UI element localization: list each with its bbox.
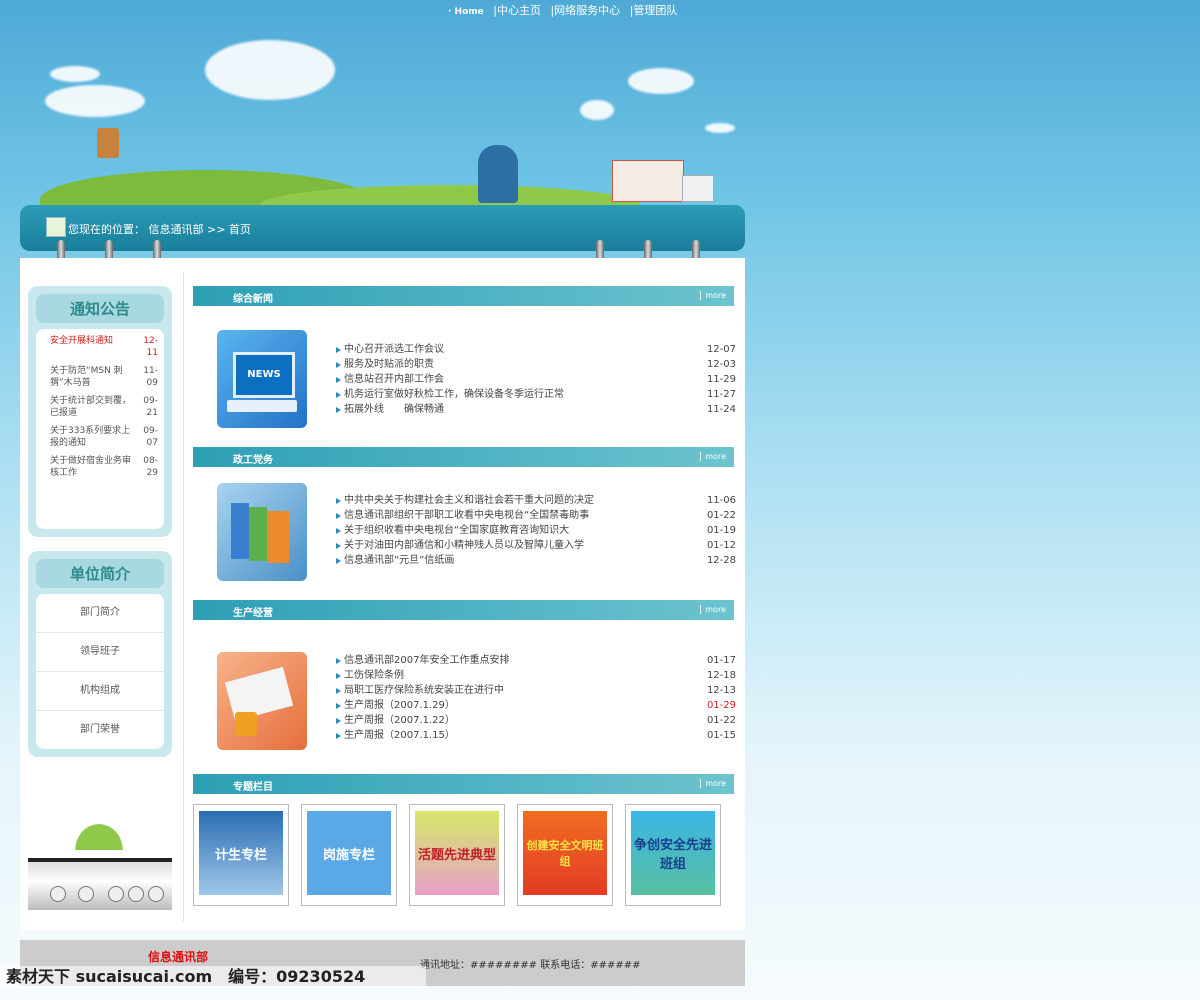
party-list: 中共中央关于构建社会主义和谐社会若干重大问题的决定 11-06 信息通讯部组织干部… <box>336 493 736 568</box>
location-banner: 您现在的位置： 信息通讯部 >> 首页 <box>20 205 745 251</box>
notice-item[interactable]: 关于统计部交到覆，已报道 09-21 <box>40 395 160 425</box>
media-player <box>28 858 172 910</box>
notice-item[interactable]: 关于333系列要求上报的通知 09-07 <box>40 425 160 455</box>
nav-center-home-link[interactable]: |中心主页 <box>493 4 541 17</box>
unit-menu-item[interactable]: 机构组成 <box>36 672 164 711</box>
list-item[interactable]: 生产周报（2007.1.22） 01-22 <box>336 713 736 728</box>
previous-button[interactable] <box>108 886 124 902</box>
unit-menu: 部门简介 领导班子 机构组成 部门荣誉 <box>36 594 164 749</box>
list-item[interactable]: 信息通讯部“元旦”信纸画 12-28 <box>336 553 736 568</box>
special-topic-card[interactable]: 争创安全先进班组 <box>625 804 721 906</box>
footer-address: 通讯地址：######## 联系电话：###### <box>420 960 641 971</box>
section-title: 生产经营 <box>233 608 273 619</box>
section-header-party: 政工党务 more <box>193 447 734 467</box>
list-item[interactable]: 拓展外线 确保畅通 11-24 <box>336 402 736 417</box>
unit-intro-box: 单位简介 部门简介 领导班子 机构组成 部门荣誉 <box>28 551 172 757</box>
list-item[interactable]: 工伤保险条例 12-18 <box>336 668 736 683</box>
section-header-news: 综合新闻 more <box>193 286 734 306</box>
cloud-decoration <box>205 40 335 100</box>
more-link[interactable]: more <box>700 291 726 300</box>
play-button[interactable] <box>50 886 66 902</box>
notice-list: 安全开展科通知 12-11 关于防范“MSN 刺猬”木马普 11-09 关于统计部交… <box>36 329 164 529</box>
section-title: 专题栏目 <box>233 782 273 793</box>
character-illustration <box>478 145 518 203</box>
list-item[interactable]: 局职工医疗保险系统安装正在进行中 12-13 <box>336 683 736 698</box>
building-illustration <box>612 160 684 202</box>
section-header-production: 生产经营 more <box>193 600 734 620</box>
unit-menu-item[interactable]: 领导班子 <box>36 633 164 672</box>
special-topic-card[interactable]: 创建安全文明班组 <box>517 804 613 906</box>
list-item[interactable]: 中心召开派选工作会议 12-07 <box>336 342 736 357</box>
column-divider <box>183 272 184 922</box>
list-item[interactable]: 信息站召开内部工作会 11-29 <box>336 372 736 387</box>
list-item[interactable]: 信息通讯部组织干部职工收看中央电视台“全国禁毒助事 01-22 <box>336 508 736 523</box>
notice-item[interactable]: 关于做好宿舍业务审核工作 08-29 <box>40 455 160 485</box>
cloud-decoration <box>705 123 735 133</box>
special-topic-card[interactable]: 岗施专栏 <box>301 804 397 906</box>
location-icon <box>46 217 66 237</box>
documents-icon <box>217 652 307 750</box>
list-item[interactable]: 服务及时贴派的职责 12-03 <box>336 357 736 372</box>
nav-home-link[interactable]: · Home <box>448 7 484 17</box>
watermark-text: 素材天下 sucaisucai.com 编号：09230524 <box>0 966 426 988</box>
raindrop-illustration <box>44 790 154 850</box>
section-title: 综合新闻 <box>233 294 273 305</box>
special-topic-card[interactable]: 计生专栏 <box>193 804 289 906</box>
stop-button[interactable] <box>78 886 94 902</box>
cloud-decoration <box>50 66 100 82</box>
birdhouse-illustration <box>97 128 119 158</box>
section-header-special: 专题栏目 more <box>193 774 734 794</box>
list-item[interactable]: 中共中央关于构建社会主义和谐社会若干重大问题的决定 11-06 <box>336 493 736 508</box>
unit-menu-item[interactable]: 部门简介 <box>36 594 164 633</box>
list-item[interactable]: 生产周报（2007.1.15） 01-15 <box>336 728 736 743</box>
section-title: 政工党务 <box>233 455 273 466</box>
cloud-decoration <box>45 85 145 117</box>
cloud-decoration <box>580 100 614 120</box>
top-navigation: · Home |中心主页 |网络服务中心 |管理团队 <box>448 2 683 18</box>
list-item[interactable]: 生产周报（2007.1.29） 01-29 <box>336 698 736 713</box>
breadcrumb: 您现在的位置： 信息通讯部 >> 首页 <box>68 223 251 236</box>
notice-box: 通知公告 安全开展科通知 12-11 关于防范“MSN 刺猬”木马普 11-09 关… <box>28 286 172 537</box>
list-item[interactable]: 机务运行室做好秋检工作，确保设备冬季运行正常 11-27 <box>336 387 736 402</box>
nav-management-link[interactable]: |管理团队 <box>630 4 678 17</box>
unit-intro-title: 单位简介 <box>36 559 164 588</box>
special-topic-card[interactable]: 活题先进典型 <box>409 804 505 906</box>
more-link[interactable]: more <box>700 779 726 788</box>
more-link[interactable]: more <box>700 605 726 614</box>
news-list: 中心召开派选工作会议 12-07 服务及时贴派的职责 12-03 信息站召开内部工作… <box>336 342 736 417</box>
news-icon: NEWS <box>217 330 307 428</box>
volume-button[interactable] <box>148 886 164 902</box>
left-sidebar: 通知公告 安全开展科通知 12-11 关于防范“MSN 刺猬”木马普 11-09 关… <box>28 286 172 757</box>
cloud-decoration <box>628 68 694 94</box>
unit-menu-item[interactable]: 部门荣誉 <box>36 711 164 749</box>
nav-network-service-link[interactable]: |网络服务中心 <box>550 4 620 17</box>
production-list: 信息通讯部2007年安全工作重点安排 01-17 工伤保险条例 12-18 局职工医… <box>336 653 736 743</box>
notice-item[interactable]: 关于防范“MSN 刺猬”木马普 11-09 <box>40 365 160 395</box>
list-item[interactable]: 关于对油田内部通信和小精神残人员以及智障儿童入学 01-12 <box>336 538 736 553</box>
books-icon <box>217 483 307 581</box>
more-link[interactable]: more <box>700 452 726 461</box>
next-button[interactable] <box>128 886 144 902</box>
list-item[interactable]: 信息通讯部2007年安全工作重点安排 01-17 <box>336 653 736 668</box>
list-item[interactable]: 关于组织收看中央电视台“全国家庭教育咨询知识大 01-19 <box>336 523 736 538</box>
notice-item[interactable]: 安全开展科通知 12-11 <box>40 335 160 365</box>
notice-title: 通知公告 <box>36 294 164 323</box>
footer-logo: 信息通讯部 <box>148 950 209 964</box>
building-illustration <box>682 175 714 202</box>
